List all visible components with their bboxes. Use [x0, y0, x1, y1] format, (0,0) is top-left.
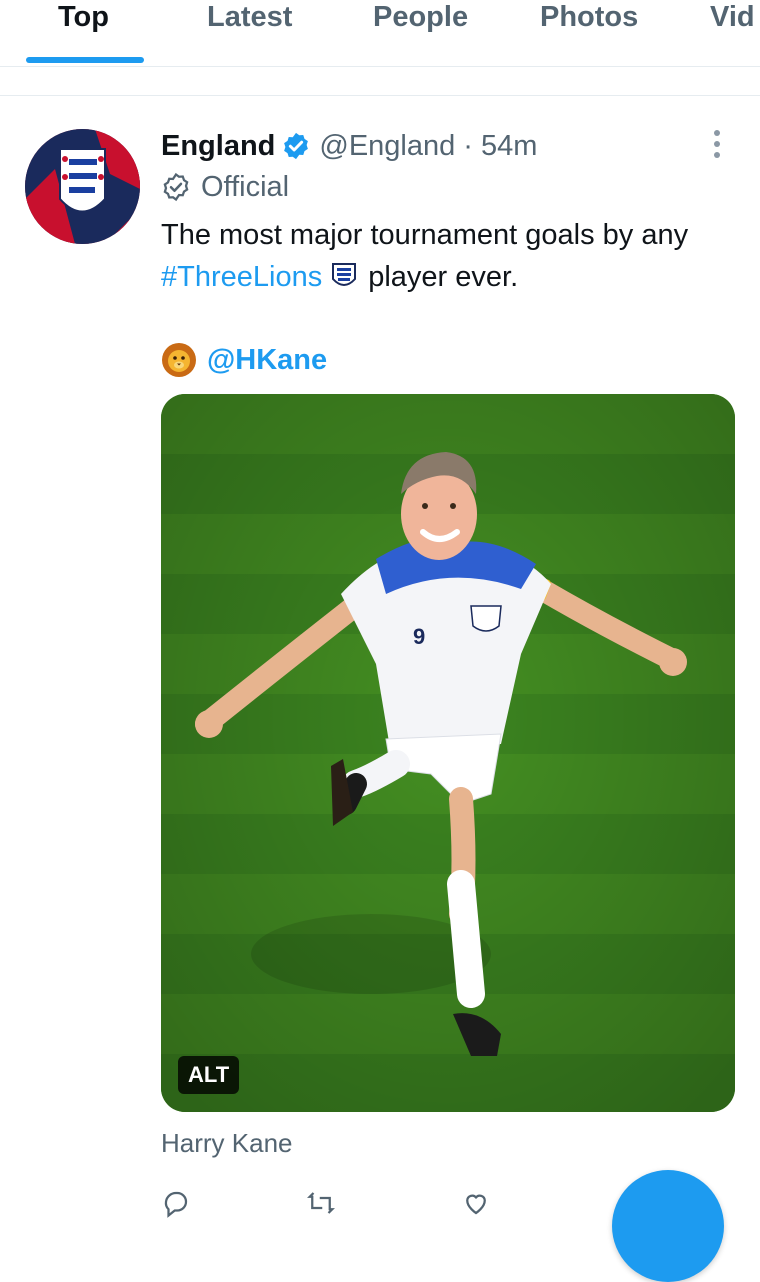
- retweet-button[interactable]: [306, 1188, 350, 1218]
- tweet-header: England @England · 54m: [161, 128, 537, 164]
- football-celebration-image: 9: [161, 394, 735, 1112]
- compose-tweet-button[interactable]: [612, 1170, 724, 1282]
- avatar[interactable]: [25, 129, 140, 244]
- tweet-text-line-2: #ThreeLions player ever.: [161, 256, 688, 298]
- feed-divider: [0, 95, 760, 96]
- alt-text-badge[interactable]: ALT: [178, 1056, 240, 1094]
- official-label: Official: [161, 169, 289, 205]
- hashtag-link[interactable]: #ThreeLions: [161, 261, 322, 293]
- heart-icon: [466, 1194, 486, 1215]
- search-tabs: Top Latest People Photos Vid: [0, 0, 760, 67]
- tweet-text-line-2-rest: player ever.: [368, 261, 519, 293]
- official-badge-icon: [163, 172, 189, 202]
- reply-button[interactable]: [161, 1188, 205, 1218]
- tweet-timestamp[interactable]: 54m: [481, 130, 537, 163]
- tweet-actions: [161, 1188, 621, 1228]
- tweet-text-line-1: The most major tournament goals by any: [161, 219, 689, 251]
- author-handle[interactable]: @England: [319, 130, 455, 163]
- mention: @HKane: [161, 340, 327, 380]
- tab-people[interactable]: People: [373, 0, 468, 34]
- svg-text:9: 9: [413, 624, 425, 649]
- media-tag-caption[interactable]: Harry Kane: [161, 1128, 293, 1159]
- tab-videos[interactable]: Vid: [710, 0, 755, 34]
- verified-badge-icon: [284, 132, 309, 160]
- separator-dot: ·: [463, 129, 473, 162]
- retweet-icon: [307, 1192, 335, 1214]
- tab-latest[interactable]: Latest: [207, 0, 292, 34]
- more-options-icon[interactable]: [702, 128, 732, 160]
- tweet-photo[interactable]: 9: [161, 394, 735, 1112]
- england-crest-icon: [25, 129, 140, 244]
- official-text: Official: [201, 170, 290, 203]
- reply-icon: [164, 1191, 188, 1218]
- tab-photos[interactable]: Photos: [540, 0, 638, 34]
- active-tab-indicator: [26, 57, 144, 63]
- author-name[interactable]: England: [161, 130, 275, 163]
- tab-top[interactable]: Top: [58, 0, 109, 34]
- mention-link[interactable]: @HKane: [207, 344, 327, 377]
- lion-emoji-icon: [162, 343, 196, 377]
- tweet-body: The most major tournament goals by any #…: [161, 214, 688, 298]
- three-lions-hashflag-icon: [332, 263, 357, 286]
- like-button[interactable]: [461, 1188, 505, 1218]
